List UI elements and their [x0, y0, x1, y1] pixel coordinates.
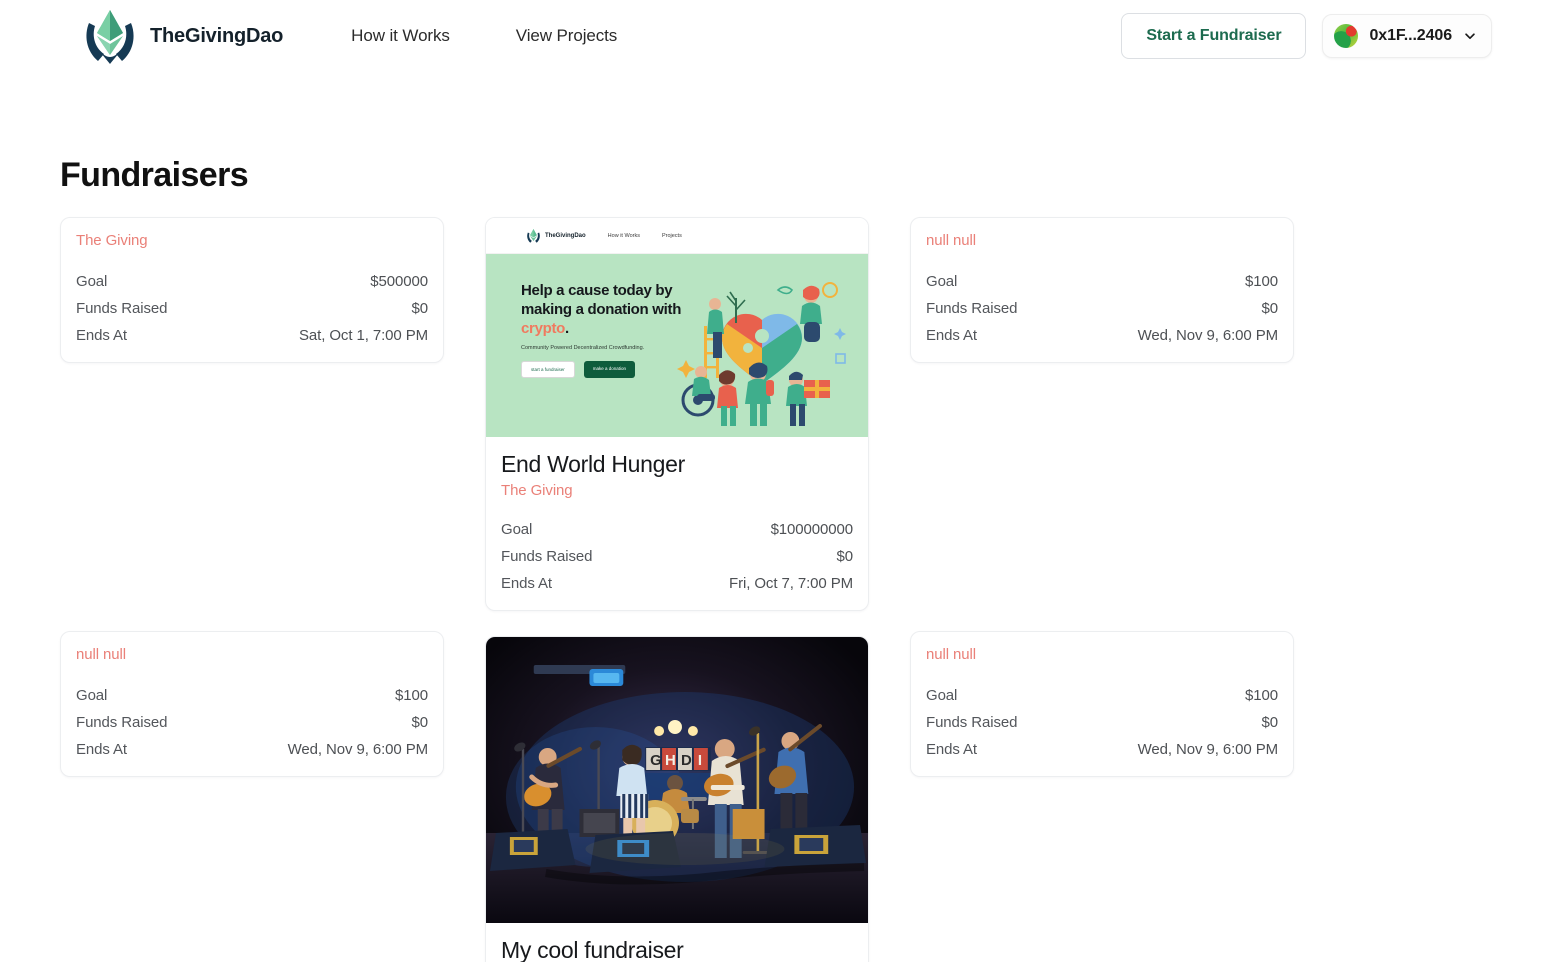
stat-ends-at: Ends At Wed, Nov 9, 6:00 PM — [76, 739, 428, 760]
stat-value-ends-at: Sat, Oct 1, 7:00 PM — [299, 327, 428, 344]
stat-ends-at: Ends At Wed, Nov 9, 6:00 PM — [926, 325, 1278, 346]
ethereum-hands-logo-icon — [527, 228, 540, 243]
fundraiser-card[interactable]: TheGivingDao How it Works Projects Help … — [485, 217, 869, 611]
stat-value-goal: $100000000 — [770, 521, 854, 538]
nav-link-view-projects[interactable]: View Projects — [516, 26, 617, 46]
stat-label-ends-at: Ends At — [926, 741, 978, 758]
promo-headline-line1: Help a cause today by — [521, 282, 673, 299]
svg-text:H: H — [665, 752, 676, 769]
stat-value-funds-raised: $0 — [836, 548, 854, 565]
stat-label-funds-raised: Funds Raised — [926, 300, 1018, 317]
stat-value-goal: $100 — [1245, 687, 1278, 704]
stat-funds-raised: Funds Raised $0 — [501, 546, 853, 567]
grid-column-2: TheGivingDao How it Works Projects Help … — [485, 217, 869, 962]
stat-funds-raised: Funds Raised $0 — [926, 712, 1278, 733]
stat-label-ends-at: Ends At — [76, 327, 128, 344]
card-title: My cool fundraiser — [501, 937, 684, 962]
stat-label-funds-raised: Funds Raised — [76, 300, 168, 317]
fundraiser-card[interactable]: null null Goal $100 Funds Raised $0 Ends… — [910, 217, 1294, 363]
stat-funds-raised: Funds Raised $0 — [926, 298, 1278, 319]
fundraiser-card[interactable]: G H D I My cool fundraiser — [485, 636, 869, 962]
stat-ends-at: Ends At Fri, Oct 7, 7:00 PM — [501, 573, 853, 594]
promo-nav: TheGivingDao How it Works Projects — [486, 218, 868, 254]
brand-logo-link[interactable]: TheGivingDao — [82, 7, 283, 65]
card-image-promo-screenshot: TheGivingDao How it Works Projects Help … — [486, 218, 868, 437]
stat-value-funds-raised: $0 — [411, 300, 429, 317]
stat-label-goal: Goal — [926, 273, 958, 290]
svg-text:D: D — [681, 752, 692, 769]
card-title: End World Hunger — [501, 451, 685, 477]
card-org: The Giving — [501, 482, 573, 499]
stat-value-funds-raised: $0 — [1261, 300, 1279, 317]
fundraisers-page: Fundraisers The Giving Goal $500000 Fund… — [0, 156, 1552, 962]
grid-column-1: The Giving Goal $500000 Funds Raised $0 … — [60, 217, 444, 777]
stat-label-ends-at: Ends At — [76, 741, 128, 758]
fundraiser-card[interactable]: null null Goal $100 Funds Raised $0 Ends… — [910, 631, 1294, 777]
card-image-band-photo: G H D I — [486, 637, 868, 923]
stat-label-goal: Goal — [926, 687, 958, 704]
stat-label-goal: Goal — [501, 521, 533, 538]
stat-goal: Goal $100000000 — [501, 519, 853, 540]
stat-value-goal: $100 — [395, 687, 428, 704]
fundraiser-card[interactable]: null null Goal $100 Funds Raised $0 Ends… — [60, 631, 444, 777]
svg-text:I: I — [698, 752, 702, 769]
card-org: The Giving — [76, 232, 148, 249]
stat-value-goal: $100 — [1245, 273, 1278, 290]
promo-make-donation-button: make a donation — [583, 361, 636, 379]
stat-label-funds-raised: Funds Raised — [501, 548, 593, 565]
wallet-address: 0x1F...2406 — [1369, 27, 1452, 44]
svg-text:G: G — [650, 752, 662, 769]
stat-goal: Goal $100 — [76, 685, 428, 706]
card-org: null null — [76, 646, 126, 663]
main-nav: How it Works View Projects — [351, 26, 617, 46]
promo-headline-period: . — [565, 319, 569, 337]
stat-ends-at: Ends At Wed, Nov 9, 6:00 PM — [926, 739, 1278, 760]
ethereum-hands-logo-icon — [82, 7, 138, 65]
promo-nav-link-projects: Projects — [661, 232, 682, 239]
community-puzzle-heart-illustration — [677, 282, 846, 426]
stat-value-ends-at: Wed, Nov 9, 6:00 PM — [1137, 327, 1278, 344]
stat-label-goal: Goal — [76, 687, 108, 704]
chevron-down-icon — [1463, 29, 1477, 43]
stat-ends-at: Ends At Sat, Oct 1, 7:00 PM — [76, 325, 428, 346]
stat-goal: Goal $100 — [926, 271, 1278, 292]
fundraisers-grid: The Giving Goal $500000 Funds Raised $0 … — [60, 217, 1492, 962]
start-a-fundraiser-button[interactable]: Start a Fundraiser — [1121, 13, 1307, 59]
page-title: Fundraisers — [60, 156, 249, 194]
promo-start-fundraiser-button: start a fundraiser — [521, 361, 575, 379]
nav-link-how-it-works[interactable]: How it Works — [351, 26, 450, 46]
stat-goal: Goal $500000 — [76, 271, 428, 292]
brand-name: TheGivingDao — [150, 24, 284, 47]
stat-label-ends-at: Ends At — [501, 575, 553, 592]
card-org: null null — [926, 232, 976, 249]
stat-label-funds-raised: Funds Raised — [76, 714, 168, 731]
stat-value-funds-raised: $0 — [411, 714, 429, 731]
stat-value-funds-raised: $0 — [1261, 714, 1279, 731]
stat-value-ends-at: Wed, Nov 9, 6:00 PM — [1137, 741, 1278, 758]
stat-goal: Goal $100 — [926, 685, 1278, 706]
promo-headline-line2: making a donation with — [521, 300, 682, 318]
promo-nav-link-how-it-works: How it Works — [607, 232, 640, 239]
stat-funds-raised: Funds Raised $0 — [76, 712, 428, 733]
wallet-account-button[interactable]: 0x1F...2406 — [1322, 14, 1492, 58]
header-actions: Start a Fundraiser 0x1F...2406 — [1121, 13, 1492, 59]
promo-brand: TheGivingDao — [526, 228, 586, 244]
wallet-avatar-icon — [1334, 24, 1359, 48]
stat-label-ends-at: Ends At — [926, 327, 978, 344]
promo-hero: Help a cause today by making a donation … — [486, 254, 868, 437]
promo-brand-name: TheGivingDao — [545, 232, 586, 239]
fundraiser-card[interactable]: The Giving Goal $500000 Funds Raised $0 … — [60, 217, 444, 363]
grid-column-3: null null Goal $100 Funds Raised $0 Ends… — [910, 217, 1294, 777]
stat-label-goal: Goal — [76, 273, 108, 290]
site-header: TheGivingDao How it Works View Projects … — [0, 0, 1552, 72]
stat-value-goal: $500000 — [370, 273, 428, 290]
card-org: null null — [926, 646, 976, 663]
stat-value-ends-at: Fri, Oct 7, 7:00 PM — [729, 575, 853, 592]
promo-headline-accent: crypto — [521, 319, 566, 337]
stat-label-funds-raised: Funds Raised — [926, 714, 1018, 731]
stat-funds-raised: Funds Raised $0 — [76, 298, 428, 319]
stat-value-ends-at: Wed, Nov 9, 6:00 PM — [287, 741, 428, 758]
